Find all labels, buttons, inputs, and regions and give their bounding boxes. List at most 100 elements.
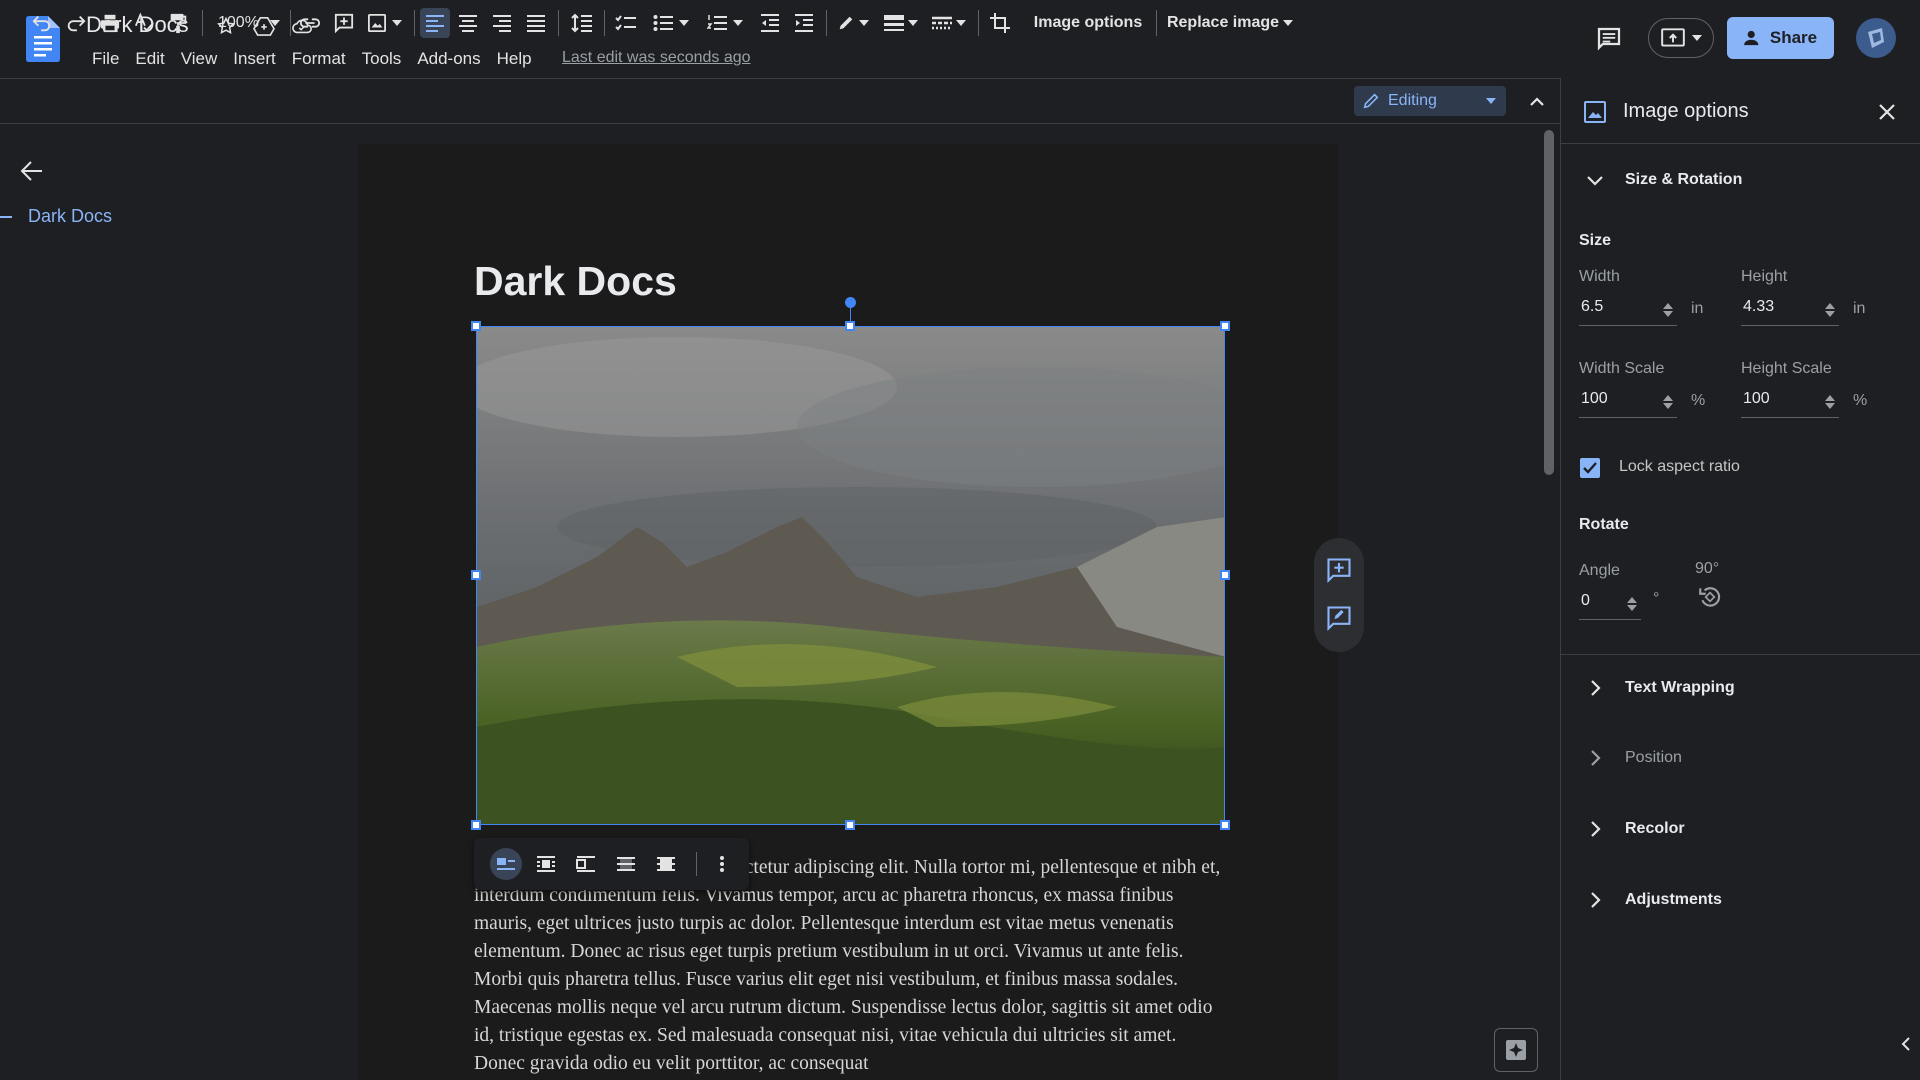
add-comment-icon[interactable] xyxy=(330,8,358,38)
align-left-icon[interactable] xyxy=(420,8,450,38)
toolbar-divider xyxy=(1156,10,1157,36)
spinner-icon xyxy=(1825,395,1835,409)
rotate-90-icon[interactable] xyxy=(1697,584,1723,610)
document-scrollbar[interactable] xyxy=(1544,130,1554,475)
hide-menus-icon[interactable] xyxy=(1525,90,1549,114)
outline-item[interactable]: Dark Docs xyxy=(0,206,112,227)
resize-handle-n[interactable] xyxy=(845,321,855,331)
back-arrow-icon[interactable] xyxy=(20,160,48,184)
chevron-down-icon xyxy=(1692,35,1702,41)
section-position[interactable]: Position xyxy=(1585,748,1682,768)
section-size-rotation[interactable]: Size & Rotation xyxy=(1585,170,1742,190)
image-icon xyxy=(1583,100,1607,124)
selected-image[interactable] xyxy=(476,326,1225,825)
resize-handle-ne[interactable] xyxy=(1220,321,1230,331)
share-label: Share xyxy=(1769,28,1818,47)
align-right-icon[interactable] xyxy=(488,8,516,38)
pencil-icon xyxy=(839,16,853,30)
image-options-button[interactable]: Image options xyxy=(1026,8,1150,38)
last-edit-link[interactable]: Last edit was seconds ago xyxy=(562,49,751,67)
resize-handle-s[interactable] xyxy=(845,820,855,830)
increase-indent-icon[interactable] xyxy=(790,8,818,38)
chevron-down-icon xyxy=(859,20,869,26)
align-center-icon[interactable] xyxy=(454,8,482,38)
width-input[interactable]: 6.5 xyxy=(1579,292,1677,326)
resize-handle-nw[interactable] xyxy=(471,321,481,331)
zoom-select[interactable]: 100% xyxy=(214,8,284,38)
height-label: Height xyxy=(1741,268,1788,285)
checklist-icon[interactable] xyxy=(612,8,640,38)
justify-icon[interactable] xyxy=(522,8,550,38)
line-spacing-icon[interactable] xyxy=(568,8,596,38)
person-add-icon xyxy=(1743,30,1759,46)
spellcheck-icon[interactable] xyxy=(130,8,158,38)
section-adjustments[interactable]: Adjustments xyxy=(1585,890,1722,910)
redo-icon[interactable] xyxy=(62,8,90,38)
width-scale-input[interactable]: 100 xyxy=(1579,384,1677,418)
chevron-down-icon xyxy=(392,20,402,26)
share-button[interactable]: Share xyxy=(1727,17,1834,59)
menu-tools[interactable]: Tools xyxy=(354,48,410,70)
menu-edit[interactable]: Edit xyxy=(127,48,172,70)
rotate-heading: Rotate xyxy=(1579,516,1629,533)
comment-history-icon[interactable] xyxy=(1594,24,1624,54)
border-color-button[interactable] xyxy=(834,8,872,38)
menu-format[interactable]: Format xyxy=(284,48,354,70)
resize-handle-se[interactable] xyxy=(1220,820,1230,830)
menu-bar: File Edit View Insert Format Tools Add-o… xyxy=(84,48,540,70)
angle-input[interactable]: 0 xyxy=(1579,586,1641,620)
bulleted-list-button[interactable] xyxy=(648,8,694,38)
resize-handle-sw[interactable] xyxy=(471,820,481,830)
break-text-icon[interactable] xyxy=(570,848,602,880)
chevron-left-icon[interactable] xyxy=(1898,1036,1914,1052)
menu-insert[interactable]: Insert xyxy=(225,48,284,70)
image-icon xyxy=(368,14,386,32)
chevron-down-icon xyxy=(679,20,689,26)
present-button[interactable] xyxy=(1648,18,1714,58)
height-scale-input[interactable]: 100 xyxy=(1741,384,1839,418)
document-heading[interactable]: Dark Docs xyxy=(474,258,677,305)
print-icon[interactable] xyxy=(96,8,124,38)
chevron-down-icon xyxy=(956,20,966,26)
border-weight-button[interactable] xyxy=(880,8,922,38)
menu-view[interactable]: View xyxy=(173,48,226,70)
explore-icon[interactable] xyxy=(1494,1028,1538,1072)
in-front-of-text-icon[interactable] xyxy=(650,848,682,880)
mode-label: Editing xyxy=(1388,92,1437,109)
crop-icon[interactable] xyxy=(986,8,1014,38)
more-options-icon[interactable] xyxy=(706,848,738,880)
insert-image-button[interactable] xyxy=(364,8,406,38)
height-input[interactable]: 4.33 xyxy=(1741,292,1839,326)
wrap-text-icon[interactable] xyxy=(530,848,562,880)
angle-value: 0 xyxy=(1581,592,1590,609)
resize-handle-w[interactable] xyxy=(471,570,481,580)
mode-select[interactable]: Editing xyxy=(1354,86,1506,116)
rotate-handle[interactable] xyxy=(845,297,856,308)
menu-file[interactable]: File xyxy=(84,48,127,70)
section-text-wrapping-label: Text Wrapping xyxy=(1625,679,1735,696)
decrease-indent-icon[interactable] xyxy=(756,8,784,38)
undo-icon[interactable] xyxy=(28,8,56,38)
lock-aspect-checkbox[interactable] xyxy=(1580,458,1600,478)
replace-image-button[interactable]: Replace image xyxy=(1164,8,1296,38)
panel-header: Image options xyxy=(1561,78,1920,144)
height-scale-label: Height Scale xyxy=(1741,360,1832,377)
resize-handle-e[interactable] xyxy=(1220,570,1230,580)
checkmark-icon xyxy=(1583,462,1597,474)
add-comment-icon[interactable] xyxy=(1325,556,1353,584)
section-recolor[interactable]: Recolor xyxy=(1585,819,1685,839)
paint-format-icon[interactable] xyxy=(164,8,192,38)
chevron-down-icon xyxy=(1587,176,1603,186)
suggest-edits-icon[interactable] xyxy=(1325,604,1353,632)
insert-link-icon[interactable] xyxy=(296,8,324,38)
wrap-inline-icon[interactable] xyxy=(490,848,522,880)
menu-help[interactable]: Help xyxy=(489,48,540,70)
close-icon[interactable] xyxy=(1877,102,1897,122)
menu-addons[interactable]: Add-ons xyxy=(409,48,488,70)
border-dash-button[interactable] xyxy=(928,8,970,38)
chevron-right-icon xyxy=(1591,821,1601,837)
behind-text-icon[interactable] xyxy=(610,848,642,880)
section-text-wrapping[interactable]: Text Wrapping xyxy=(1585,678,1735,698)
account-avatar[interactable] xyxy=(1856,18,1896,58)
numbered-list-button[interactable] xyxy=(702,8,748,38)
